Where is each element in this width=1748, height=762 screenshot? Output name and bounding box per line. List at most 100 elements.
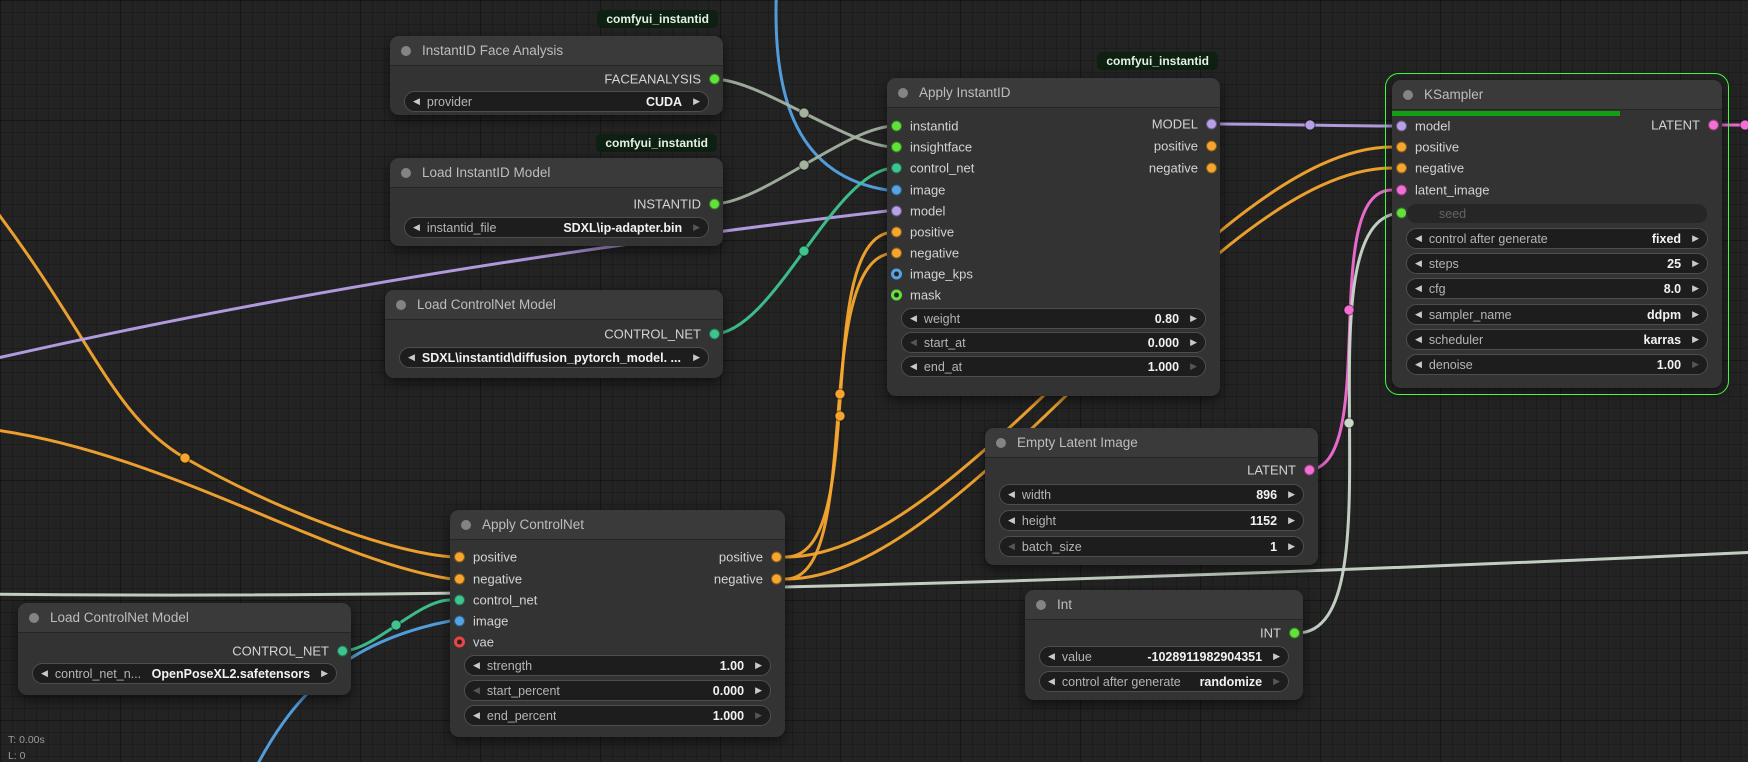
node-titlebar[interactable]: InstantID Face Analysis bbox=[390, 36, 723, 66]
decrement-arrow[interactable]: ◀ bbox=[473, 711, 480, 720]
negative-input-slot[interactable]: negative bbox=[1392, 160, 1640, 176]
widget-control-net-n-[interactable]: ◀control_net_n...OpenPoseXL2.safetensors… bbox=[32, 663, 337, 684]
instantid-output-slot[interactable]: INSTANTID bbox=[473, 196, 723, 212]
decrement-arrow[interactable]: ◀ bbox=[1415, 284, 1422, 293]
node-titlebar[interactable]: Apply InstantID bbox=[887, 78, 1220, 108]
collapse-dot-icon[interactable] bbox=[461, 520, 471, 530]
widget-provider[interactable]: ◀providerCUDA▶ bbox=[404, 91, 709, 112]
increment-arrow[interactable]: ▶ bbox=[1190, 362, 1197, 371]
increment-arrow[interactable]: ▶ bbox=[1190, 338, 1197, 347]
collapse-dot-icon[interactable] bbox=[1403, 90, 1413, 100]
collapse-dot-icon[interactable] bbox=[898, 88, 908, 98]
model-output-slot[interactable]: MODEL bbox=[970, 116, 1220, 132]
negative-output-slot[interactable]: negative bbox=[970, 160, 1220, 176]
input-dot-icon[interactable] bbox=[891, 142, 902, 153]
output-dot-icon[interactable] bbox=[1206, 141, 1217, 152]
node-titlebar[interactable]: Apply ControlNet bbox=[450, 510, 785, 540]
decrement-arrow[interactable]: ◀ bbox=[910, 314, 917, 323]
output-dot-icon[interactable] bbox=[1304, 465, 1315, 476]
output-dot-icon[interactable] bbox=[771, 552, 782, 563]
increment-arrow[interactable]: ▶ bbox=[1273, 677, 1280, 686]
increment-arrow[interactable]: ▶ bbox=[755, 661, 762, 670]
positive-output-slot[interactable]: positive bbox=[534, 549, 785, 565]
input-dot-icon[interactable] bbox=[1396, 121, 1407, 132]
output-dot-icon[interactable] bbox=[1289, 628, 1300, 639]
latent_image-input-slot[interactable]: latent_image bbox=[1392, 182, 1640, 198]
node-load-controlnet-model-openpose[interactable]: Load ControlNet Model CONTROL_NET ◀control… bbox=[18, 603, 351, 695]
node-titlebar[interactable]: Load ControlNet Model bbox=[385, 290, 723, 320]
node-titlebar[interactable]: Int bbox=[1025, 590, 1303, 620]
image_kps-input-slot[interactable]: image_kps bbox=[887, 266, 1137, 282]
increment-arrow[interactable]: ▶ bbox=[693, 223, 700, 232]
increment-arrow[interactable]: ▶ bbox=[755, 686, 762, 695]
node-ksampler[interactable]: KSamplermodelpositivenegativelatent_imag… bbox=[1392, 80, 1722, 388]
increment-arrow[interactable]: ▶ bbox=[1190, 314, 1197, 323]
latent-output-slot[interactable]: LATENT bbox=[1475, 117, 1723, 133]
collapse-dot-icon[interactable] bbox=[29, 613, 39, 623]
increment-arrow[interactable]: ▶ bbox=[1692, 360, 1699, 369]
decrement-arrow[interactable]: ◀ bbox=[1415, 335, 1422, 344]
decrement-arrow[interactable]: ◀ bbox=[910, 362, 917, 371]
widget-denoise[interactable]: ◀denoise1.00▶ bbox=[1406, 354, 1708, 375]
decrement-arrow[interactable]: ◀ bbox=[41, 669, 48, 678]
increment-arrow[interactable]: ▶ bbox=[1273, 652, 1280, 661]
decrement-arrow[interactable]: ◀ bbox=[910, 338, 917, 347]
input-dot-icon[interactable] bbox=[891, 163, 902, 174]
node-titlebar[interactable]: Empty Latent Image bbox=[985, 428, 1318, 458]
node-int[interactable]: IntINT◀value-1028911982904351▶◀control a… bbox=[1025, 590, 1303, 700]
output-dot-icon[interactable] bbox=[709, 329, 720, 340]
output-dot-icon[interactable] bbox=[1206, 163, 1217, 174]
control_net-output-slot[interactable]: CONTROL_NET bbox=[101, 643, 351, 659]
decrement-arrow[interactable]: ◀ bbox=[1008, 516, 1015, 525]
node-titlebar[interactable]: Load ControlNet Model bbox=[18, 603, 351, 633]
widget-batch-size[interactable]: ◀batch_size1▶ bbox=[999, 536, 1304, 557]
input-dot-icon[interactable] bbox=[891, 269, 902, 280]
decrement-arrow[interactable]: ◀ bbox=[1048, 677, 1055, 686]
input-dot-icon[interactable] bbox=[454, 574, 465, 585]
widget-weight[interactable]: ◀weight0.80▶ bbox=[901, 308, 1206, 329]
decrement-arrow[interactable]: ◀ bbox=[1415, 310, 1422, 319]
negative-input-slot[interactable]: negative bbox=[887, 245, 1137, 261]
latent-output-slot[interactable]: LATENT bbox=[1068, 462, 1318, 478]
node-graph-canvas[interactable]: T: 0.00s L: 0 comfyui_instantidcomfyui_i… bbox=[0, 0, 1748, 762]
mask-input-slot[interactable]: mask bbox=[887, 287, 1137, 303]
image-input-slot[interactable]: image bbox=[887, 182, 1137, 198]
widget-strength[interactable]: ◀strength1.00▶ bbox=[464, 655, 771, 676]
widget-start-percent[interactable]: ◀start_percent0.000▶ bbox=[464, 680, 771, 701]
widget-control-after-generate[interactable]: ◀control after generaterandomize▶ bbox=[1039, 671, 1289, 692]
output-dot-icon[interactable] bbox=[709, 74, 720, 85]
collapse-dot-icon[interactable] bbox=[401, 46, 411, 56]
increment-arrow[interactable]: ▶ bbox=[1288, 516, 1295, 525]
positive-input-slot[interactable]: positive bbox=[887, 224, 1137, 240]
widget-file[interactable]: ◀SDXL\instantid\diffusion_pytorch_model.… bbox=[399, 347, 709, 368]
decrement-arrow[interactable]: ◀ bbox=[1415, 234, 1422, 243]
increment-arrow[interactable]: ▶ bbox=[693, 97, 700, 106]
node-titlebar[interactable]: KSampler bbox=[1392, 80, 1722, 110]
input-dot-icon[interactable] bbox=[1396, 185, 1407, 196]
node-apply-controlnet[interactable]: Apply ControlNet positive negative control_… bbox=[450, 510, 785, 737]
decrement-arrow[interactable]: ◀ bbox=[408, 353, 415, 362]
control_net-input-slot[interactable]: control_net bbox=[450, 592, 701, 608]
collapse-dot-icon[interactable] bbox=[1036, 600, 1046, 610]
widget-cfg[interactable]: ◀cfg8.0▶ bbox=[1406, 278, 1708, 299]
widget-height[interactable]: ◀height1152▶ bbox=[999, 510, 1304, 531]
decrement-arrow[interactable]: ◀ bbox=[1415, 360, 1422, 369]
node-titlebar[interactable]: Load InstantID Model bbox=[390, 158, 723, 188]
input-dot-icon[interactable] bbox=[454, 637, 465, 648]
widget-value[interactable]: ◀value-1028911982904351▶ bbox=[1039, 646, 1289, 667]
collapse-dot-icon[interactable] bbox=[401, 168, 411, 178]
widget-control-after-generate[interactable]: ◀control after generatefixed▶ bbox=[1406, 228, 1708, 249]
increment-arrow[interactable]: ▶ bbox=[1692, 284, 1699, 293]
increment-arrow[interactable]: ▶ bbox=[321, 669, 328, 678]
node-empty-latent-image[interactable]: Empty Latent ImageLATENT◀width896▶◀heigh… bbox=[985, 428, 1318, 565]
widget-scheduler[interactable]: ◀schedulerkarras▶ bbox=[1406, 329, 1708, 350]
negative-output-slot[interactable]: negative bbox=[534, 571, 785, 587]
widget-end-percent[interactable]: ◀end_percent1.000▶ bbox=[464, 705, 771, 726]
increment-arrow[interactable]: ▶ bbox=[1288, 490, 1295, 499]
node-load-controlnet-model-instantid[interactable]: Load ControlNet ModelCONTROL_NET◀SDXL\in… bbox=[385, 290, 723, 378]
widget-end-at[interactable]: ◀end_at1.000▶ bbox=[901, 356, 1206, 377]
decrement-arrow[interactable]: ◀ bbox=[473, 661, 480, 670]
widget-steps[interactable]: ◀steps25▶ bbox=[1406, 253, 1708, 274]
increment-arrow[interactable]: ▶ bbox=[1692, 310, 1699, 319]
collapse-dot-icon[interactable] bbox=[396, 300, 406, 310]
